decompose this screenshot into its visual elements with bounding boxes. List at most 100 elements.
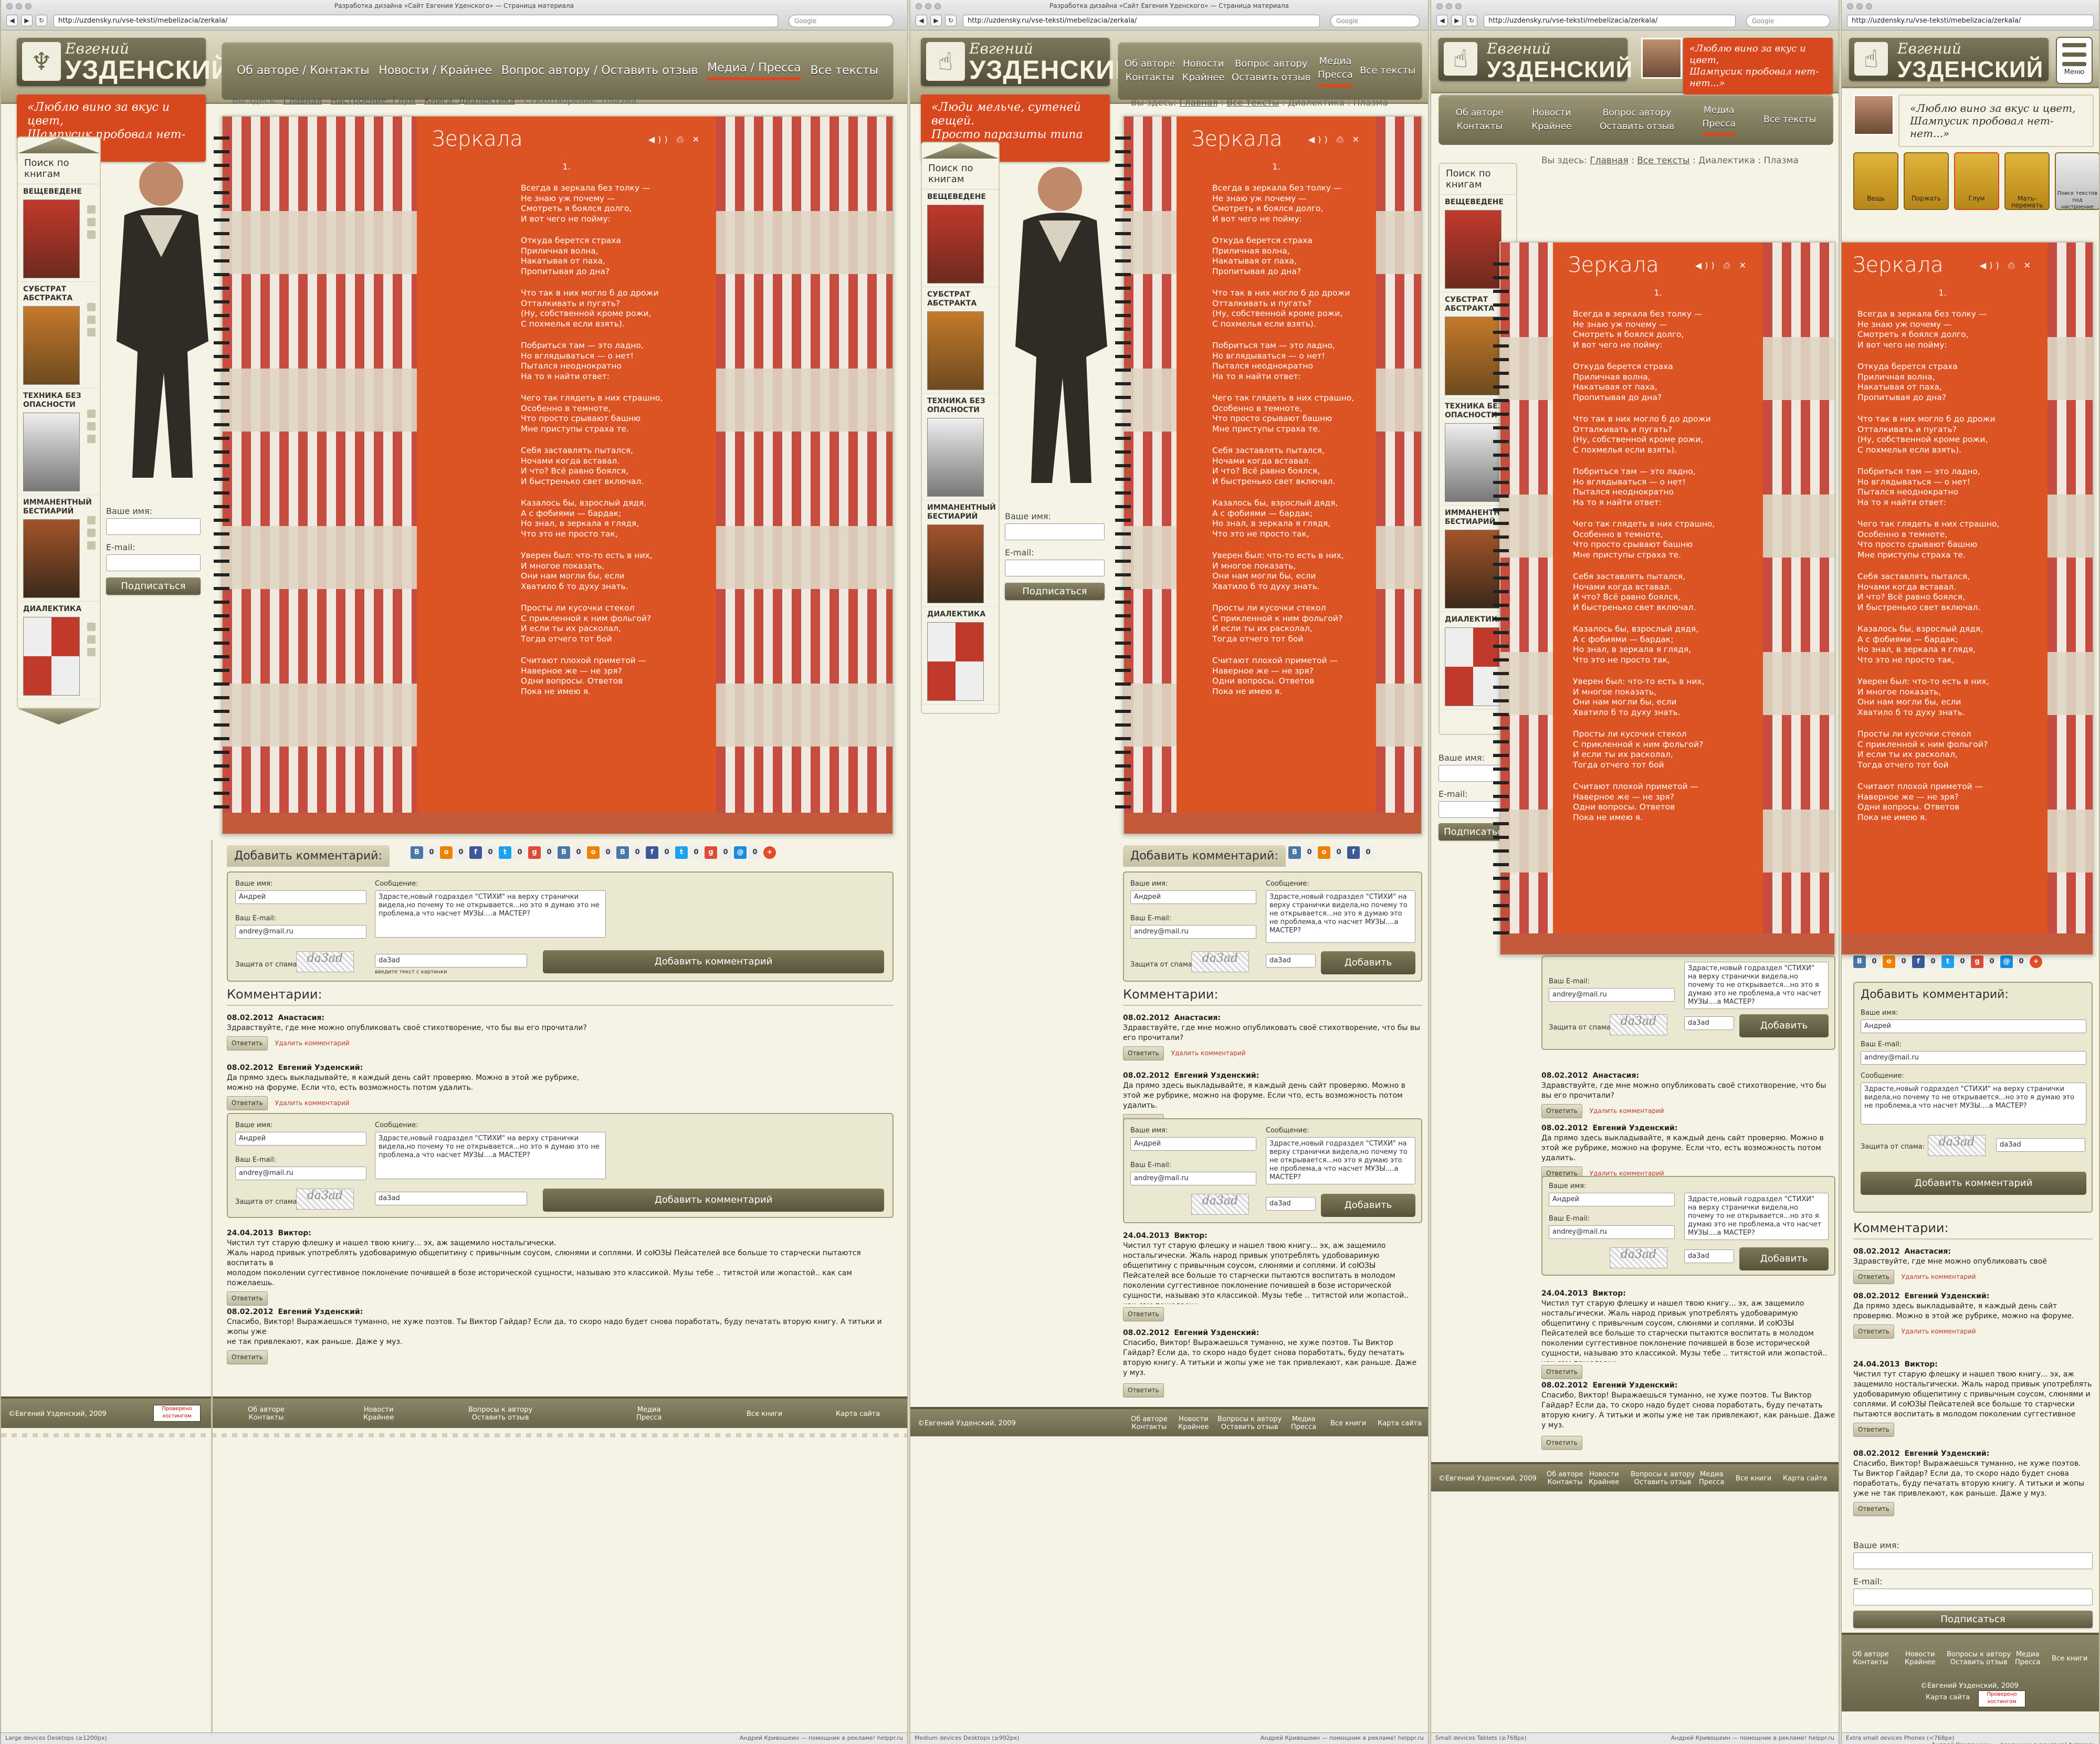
back-icon: ◀	[916, 15, 927, 26]
comment: 08.02.2012 Евгений Узденский: Да прямо з…	[1541, 1123, 1835, 1181]
book-cover	[927, 205, 984, 283]
subscribe-form: Ваше имя: E-mail: Подписаться	[106, 499, 201, 595]
footer-link[interactable]: Карта сайта	[836, 1410, 880, 1418]
subscribe-form: Ваше имя: E-mail: Подписаться	[1438, 745, 1508, 841]
gplus-icon: g	[705, 846, 717, 859]
reply-button[interactable]: Ответить	[227, 1036, 268, 1050]
mood-swear[interactable]: Мать-перемать	[2004, 152, 2050, 210]
mood-search[interactable]: Поиск текстов под настроение	[2055, 152, 2099, 210]
reply-button[interactable]: Ответить	[227, 1350, 268, 1364]
search-field[interactable]: Google	[789, 15, 894, 27]
breadcrumb: Вы здесь: Главная : Все тексты : Диалект…	[1131, 98, 1388, 108]
footer-link[interactable]: Об авторе Контакты	[248, 1406, 285, 1422]
count: 0	[425, 846, 438, 859]
add-comment-tab: Добавить комментарий:	[1123, 845, 1286, 867]
site-logo[interactable]: ♆ Евгений УЗДЕНСКИЙ	[17, 38, 230, 86]
poem-stanza: Побриться там — это ладно, Но вглядывать…	[521, 341, 644, 381]
book-item[interactable]: ИММАНЕНТНЫЙ БЕСТИАРИЙ	[18, 495, 100, 602]
reload-icon[interactable]: ↻	[36, 15, 47, 26]
email-input[interactable]: andrey@mail.ru	[235, 925, 366, 939]
footer-link[interactable]: Новости Крайнее	[363, 1406, 394, 1422]
poem-controls[interactable]: ◀)) ⎙ ✕	[648, 134, 702, 145]
address-bar[interactable]: http://uzdensky.ru/vse-teksti/mebelizaci…	[963, 15, 1320, 27]
comments-title: Комментарии:	[227, 987, 894, 1006]
crumb-mood[interactable]: Настроение: Глум	[331, 96, 416, 106]
mood-thing[interactable]: Вещь	[1853, 152, 1898, 210]
poem-stage: Зеркала ◀)) ⎙ ✕ 1. Всегда в зеркала без …	[1842, 241, 2094, 955]
footer-stripe	[1, 1433, 907, 1437]
site-logo[interactable]: ☝ Евгений УЗДЕНСКИЙ	[1849, 38, 2049, 82]
furniture-background-left	[223, 117, 417, 834]
menu-media[interactable]: Медиа / Пресса	[707, 61, 801, 80]
menu-all-texts[interactable]: Все тексты	[811, 64, 879, 78]
book-item[interactable]: ДИАЛЕКТИКА	[18, 602, 100, 699]
footer-link[interactable]: Все книги	[747, 1410, 782, 1418]
forward-icon[interactable]: ▶	[21, 15, 33, 26]
sidebar-up-arrow[interactable]	[18, 138, 100, 153]
subscribe-button[interactable]: Подписаться	[106, 577, 201, 595]
poem-stage: Зеркала ◀)) ⎙ ✕ 1. Всегда в зеркала без …	[1123, 115, 1422, 835]
search-field[interactable]: Google	[1330, 15, 1420, 27]
name-input[interactable]: Андрей	[235, 890, 366, 904]
book-item[interactable]: СУБСТРАТ АБСТРАКТА	[18, 282, 100, 388]
add-comment-button[interactable]: Добавить комментарий	[543, 950, 884, 973]
browser-chrome: Разработка дизайна «Сайт Евгения Уденско…	[910, 0, 1428, 30]
address-bar[interactable]: http://uzdensky.ru/vse-teksti/mebelizaci…	[1847, 15, 2094, 27]
share-buttons[interactable]: B0 o0 f0	[1288, 846, 1374, 859]
author-avatar	[1853, 94, 1894, 135]
book-cover[interactable]	[23, 199, 80, 278]
back-icon[interactable]: ◀	[6, 15, 18, 26]
comment: 08.02.2012 Евгений Узденский: Да прямо з…	[1853, 1291, 2093, 1339]
sidebar-title: Поиск по книгам	[18, 153, 100, 184]
site-footer: ©Евгений Узденский, 2009 Проверено хости…	[1, 1396, 907, 1428]
book-cover[interactable]	[23, 413, 80, 491]
footer-link[interactable]: Вопросы к автору Оставить отзыв	[468, 1406, 532, 1422]
vk-icon: B	[616, 846, 629, 859]
hosting-badge[interactable]: Проверено хостингом	[153, 1405, 201, 1422]
sub-name-input[interactable]	[106, 518, 201, 535]
mail-icon: @	[734, 846, 747, 859]
book-cover[interactable]	[23, 306, 80, 385]
lyre-icon: ♆	[22, 42, 61, 81]
address-bar[interactable]: http://uzdensky.ru/vse-teksti/mebelizaci…	[54, 15, 778, 27]
nav-buttons[interactable]: ◀ ▶ ↻	[6, 15, 47, 26]
mood-glum[interactable]: Глум	[1954, 152, 1999, 210]
add-comment-button[interactable]: Добавить комментарий	[543, 1189, 884, 1212]
share-buttons[interactable]: B0 o0 f0 t0 g0 @0 +	[1853, 955, 2042, 968]
menu-toggle[interactable]: Меню	[2056, 37, 2093, 84]
menu-ask[interactable]: Вопрос автору / Оставить отзыв	[501, 64, 698, 78]
menu-news[interactable]: Новости / Крайнее	[379, 64, 492, 78]
reply-button[interactable]: Ответить	[227, 1291, 268, 1306]
gplus-icon: g	[528, 846, 541, 859]
subscribe-button[interactable]: Подписаться	[1005, 583, 1105, 600]
book-cover[interactable]	[23, 617, 80, 696]
footer-link[interactable]: Медиа Пресса	[636, 1406, 662, 1422]
book-sidebar: Поиск по книгам ВЕЩЕВЕДЕНЕ СУБСТРАТ АБСТ…	[17, 136, 101, 724]
comment: 08.02.2012 Евгений Узденский: Спасибо, В…	[1853, 1449, 2093, 1516]
captcha-input[interactable]: da3ad	[375, 954, 527, 968]
book-item[interactable]: ТЕХНИКА БЕЗ ОПАСНОСТИ	[18, 388, 100, 495]
message-textarea[interactable]: Здрасте,новый годраздел "СТИХИ" на верху…	[375, 890, 606, 938]
delete-comment-link[interactable]: Удалить комментарий	[275, 1038, 350, 1048]
comment: 08.02.2012 Евгений Узденский: Спасибо, В…	[1123, 1328, 1422, 1398]
crumb-home[interactable]: Главная	[284, 96, 322, 106]
menu-about[interactable]: Об авторе / Контакты	[237, 64, 370, 78]
mood-icons: Вещь Поржать Глум Мать-перемать Поиск те…	[1853, 152, 2099, 210]
delete-comment-link[interactable]: Удалить комментарий	[275, 1098, 350, 1108]
reply-button[interactable]: Ответить	[227, 1096, 268, 1110]
sidebar-down-arrow[interactable]	[18, 709, 100, 724]
sub-email-input[interactable]	[106, 554, 201, 571]
book-item[interactable]: ВЕЩЕВЕДЕНЕ	[18, 184, 100, 282]
poem-pager[interactable]	[223, 813, 892, 834]
address-bar[interactable]: http://uzdensky.ru/vse-teksti/mebelizaci…	[1484, 15, 1736, 27]
status-bar: Extra small devices Phones (<768px)Андре…	[1842, 1732, 2099, 1744]
site-logo[interactable]: ☝ Евгений УЗДЕНСКИЙ	[1438, 38, 1632, 82]
crumb-book[interactable]: Книга: Диалектика	[424, 96, 515, 106]
facebook-icon: f	[646, 846, 658, 859]
comment: 08.02.2012 Анастасия: Здравствуйте, где …	[227, 1013, 894, 1050]
mood-laugh[interactable]: Поржать	[1904, 152, 1949, 210]
site-logo[interactable]: ☝ Евгений УЗДЕНСКИЙ	[921, 38, 1134, 86]
book-cover	[927, 622, 984, 701]
share-buttons[interactable]: B0 o0 f0 t0 g0 B0 o0 B0 f0 t0 g0 @0 +	[411, 846, 776, 859]
book-cover[interactable]	[23, 519, 80, 598]
